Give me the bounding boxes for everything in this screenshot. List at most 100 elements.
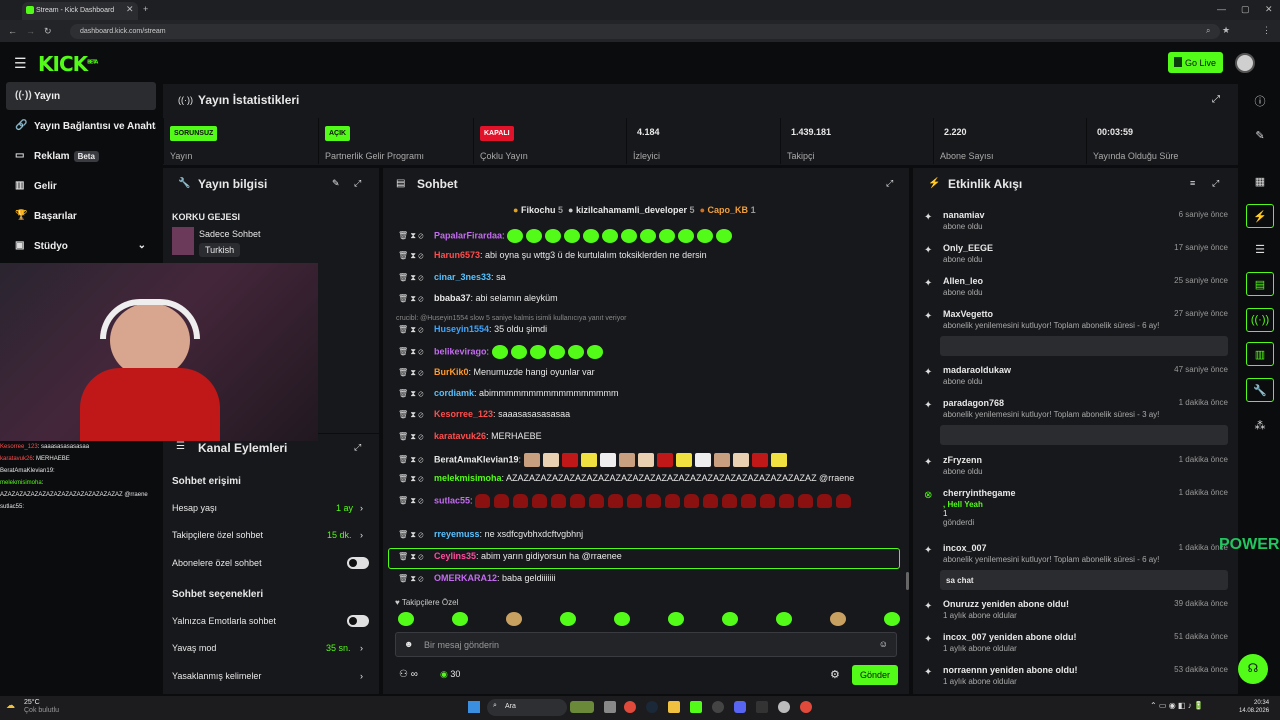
bookmark-star-icon[interactable]: ★ [1222,25,1230,36]
chat-username[interactable]: bbaba37 [434,293,471,303]
chat-username[interactable]: cinar_3nes33 [434,272,491,282]
mod-tools-icon[interactable]: 🗑 ⧗ ⊘ [398,231,434,241]
support-icon[interactable]: ☊ [1238,654,1268,684]
layout-icon[interactable]: ▦ [1246,170,1274,194]
kick-logo[interactable]: KICKBETA [38,52,98,76]
mod-tools-icon[interactable]: 🗑 ⧗ ⊘ [398,530,434,540]
emote-icon[interactable] [560,612,576,626]
chat-username[interactable]: belikevirago [434,346,487,356]
chat-message[interactable]: 🗑 ⧗ ⊘ melekmisimoha: AZAZAZAZAZAZAZAZAZAZ… [398,473,908,493]
clock[interactable]: 20:34 14.08.2026 [1239,699,1269,715]
share-icon[interactable]: ⁂ [1246,414,1274,438]
mod-tools-icon[interactable]: 🗑 ⧗ ⊘ [398,574,434,584]
taskbar-search[interactable]: ⌕ Ara [487,699,567,716]
zoom-icon[interactable]: ⌕ [1206,26,1210,36]
weather-text[interactable]: 25°C Çok bulutlu [24,699,59,715]
chat-message[interactable]: 🗑 ⧗ ⊘ BeratAmaKlevian19: [398,453,908,473]
chat-username[interactable]: sutlac55 [434,495,470,505]
list-icon[interactable]: ☰ [1246,238,1274,262]
mod-tools-icon[interactable]: 🗑 ⧗ ⊘ [398,389,434,399]
windows-start-icon[interactable] [468,701,480,713]
pencil-icon[interactable]: ✎ [1246,124,1274,148]
gear-icon[interactable]: ⚙ [830,668,840,681]
mod-tools-icon[interactable]: 🗑 ⧗ ⊘ [398,294,434,304]
maximize-icon[interactable]: ▢ [1241,4,1250,15]
chat-message[interactable]: 🗑 ⧗ ⊘ PapalarFirardaa: [398,229,908,249]
emote-icon[interactable] [884,612,900,626]
edit-icon[interactable]: ✎ [332,178,340,189]
chat-username[interactable]: rreyemuss [434,529,480,539]
banned-words-row[interactable]: Yasaklanmış kelimeler › [172,671,372,681]
chat-username[interactable]: karatavuk26 [434,431,486,441]
info-icon[interactable]: ⓘ [1246,88,1274,112]
slow-mode-row[interactable]: Yavaş mod 35 sn. › [172,643,372,653]
chat-settings-icons[interactable]: ⚇ ∞ [399,669,418,680]
obs-icon[interactable] [712,701,724,713]
send-button[interactable]: Gönder [852,665,898,685]
rb-panel-icon[interactable]: ▥ [1246,342,1274,366]
chat-username[interactable]: BurKik0 [434,367,469,377]
forward-icon[interactable]: → [26,26,35,36]
chat-message[interactable]: 🗑 ⧗ ⊘ belikevirago: [398,345,908,365]
chat-username[interactable]: Huseyin1554 [434,324,489,334]
emote-icon[interactable] [776,612,792,626]
rb-chat-icon[interactable]: ▤ [1246,272,1274,296]
emote-icon[interactable] [452,612,468,626]
mod-tools-icon[interactable]: 🗑 ⧗ ⊘ [398,432,434,442]
feed-popout-icon[interactable]: ⤢ [1212,178,1219,189]
minimize-icon[interactable]: — [1217,4,1226,14]
user-avatar[interactable] [1235,53,1255,73]
emote-icon[interactable] [506,612,522,626]
steam-icon[interactable] [646,701,658,713]
chat-message[interactable]: 🗑 ⧗ ⊘ karatavuk26: MERHAEBE [398,431,908,451]
rb-stream-icon[interactable]: ((·)) [1246,308,1274,332]
close-tab-icon[interactable]: ✕ [126,4,134,15]
rb-bolt-icon[interactable]: ⚡ [1246,204,1274,228]
mod-tools-icon[interactable]: 🗑 ⧗ ⊘ [398,474,434,484]
back-icon[interactable]: ← [8,26,17,36]
chat-message[interactable]: 🗑 ⧗ ⊘ Huseyin1554: 35 oldu şimdi [398,324,908,344]
chat-popout-icon[interactable]: ⤢ [886,178,893,189]
chat-username[interactable]: PapalarFirardaa [434,230,502,240]
chat-message[interactable]: 🗑 ⧗ ⊘ BurKik0: Menumuzde hangi oyunlar va… [398,367,908,387]
expand-icon[interactable]: ⤢ [1212,94,1220,105]
close-window-icon[interactable]: ✕ [1265,4,1273,15]
url-input[interactable]: dashboard.kick.com/stream [70,24,1220,39]
filter-icon[interactable]: ≡ [1190,178,1195,188]
chat-message[interactable]: 🗑 ⧗ ⊘ cinar_3nes33: sa [398,272,908,292]
mod-tools-icon[interactable]: 🗑 ⧗ ⊘ [398,325,434,335]
chat-username[interactable]: cordiamk [434,388,474,398]
settings-app-icon[interactable] [778,701,790,713]
sidebar-item-ads[interactable]: ▭ Reklam Beta [6,142,156,170]
sidebar-item-studio[interactable]: ▣ Stüdyo ⌄ [6,232,156,260]
app-icon[interactable] [756,701,768,713]
explorer-icon[interactable] [668,701,680,713]
reload-icon[interactable]: ↻ [44,26,52,37]
mod-tools-icon[interactable]: 🗑 ⧗ ⊘ [398,368,434,378]
chat-scrollbar[interactable] [906,572,909,590]
chat-message[interactable]: 🗑 ⧗ ⊘ rreyemuss: ne xsdfcgvbhxdcftvgbhnj [398,529,908,549]
subs-only-toggle[interactable] [347,557,369,569]
hamburger-menu-icon[interactable]: ☰ [14,55,27,72]
mod-tools-icon[interactable]: 🗑 ⧗ ⊘ [398,496,434,506]
chat-message[interactable]: 🗑 ⧗ ⊘ sutlac55: [398,494,908,514]
emote-icon[interactable] [830,612,846,626]
rb-wrench-icon[interactable]: 🔧 [1246,378,1274,402]
emote-icon[interactable] [398,612,414,626]
mod-tools-icon[interactable]: 🗑 ⧗ ⊘ [398,251,434,261]
chat-message[interactable]: 🗑 ⧗ ⊘ Kesorree_123: saaasasasasasaa [398,409,908,429]
discord-icon[interactable] [734,701,746,713]
channel-popout-icon[interactable]: ⤢ [354,442,361,453]
sidebar-item-stream[interactable]: ((·)) Yayın [6,82,156,110]
browser-tab[interactable]: Stream - Kick Dashboard [22,2,138,20]
mod-tools-icon[interactable]: 🗑 ⧗ ⊘ [398,455,434,465]
chat-username[interactable]: Harun6573 [434,250,480,260]
mod-tools-icon[interactable]: 🗑 ⧗ ⊘ [398,347,434,357]
sidebar-item-stream-key[interactable]: 🔗 Yayın Bağlantısı ve Anahtarı [6,112,156,140]
chat-message[interactable]: 🗑 ⧗ ⊘ OMERKARA12: baba geldiiiiiii [398,573,908,593]
mod-tools-icon[interactable]: 🗑 ⧗ ⊘ [398,273,434,283]
chrome-icon[interactable] [624,701,636,713]
chat-username[interactable]: OMERKARA12 [434,573,497,583]
browser-menu-icon[interactable]: ⋮ [1262,25,1271,36]
emote-only-toggle[interactable] [347,615,369,627]
